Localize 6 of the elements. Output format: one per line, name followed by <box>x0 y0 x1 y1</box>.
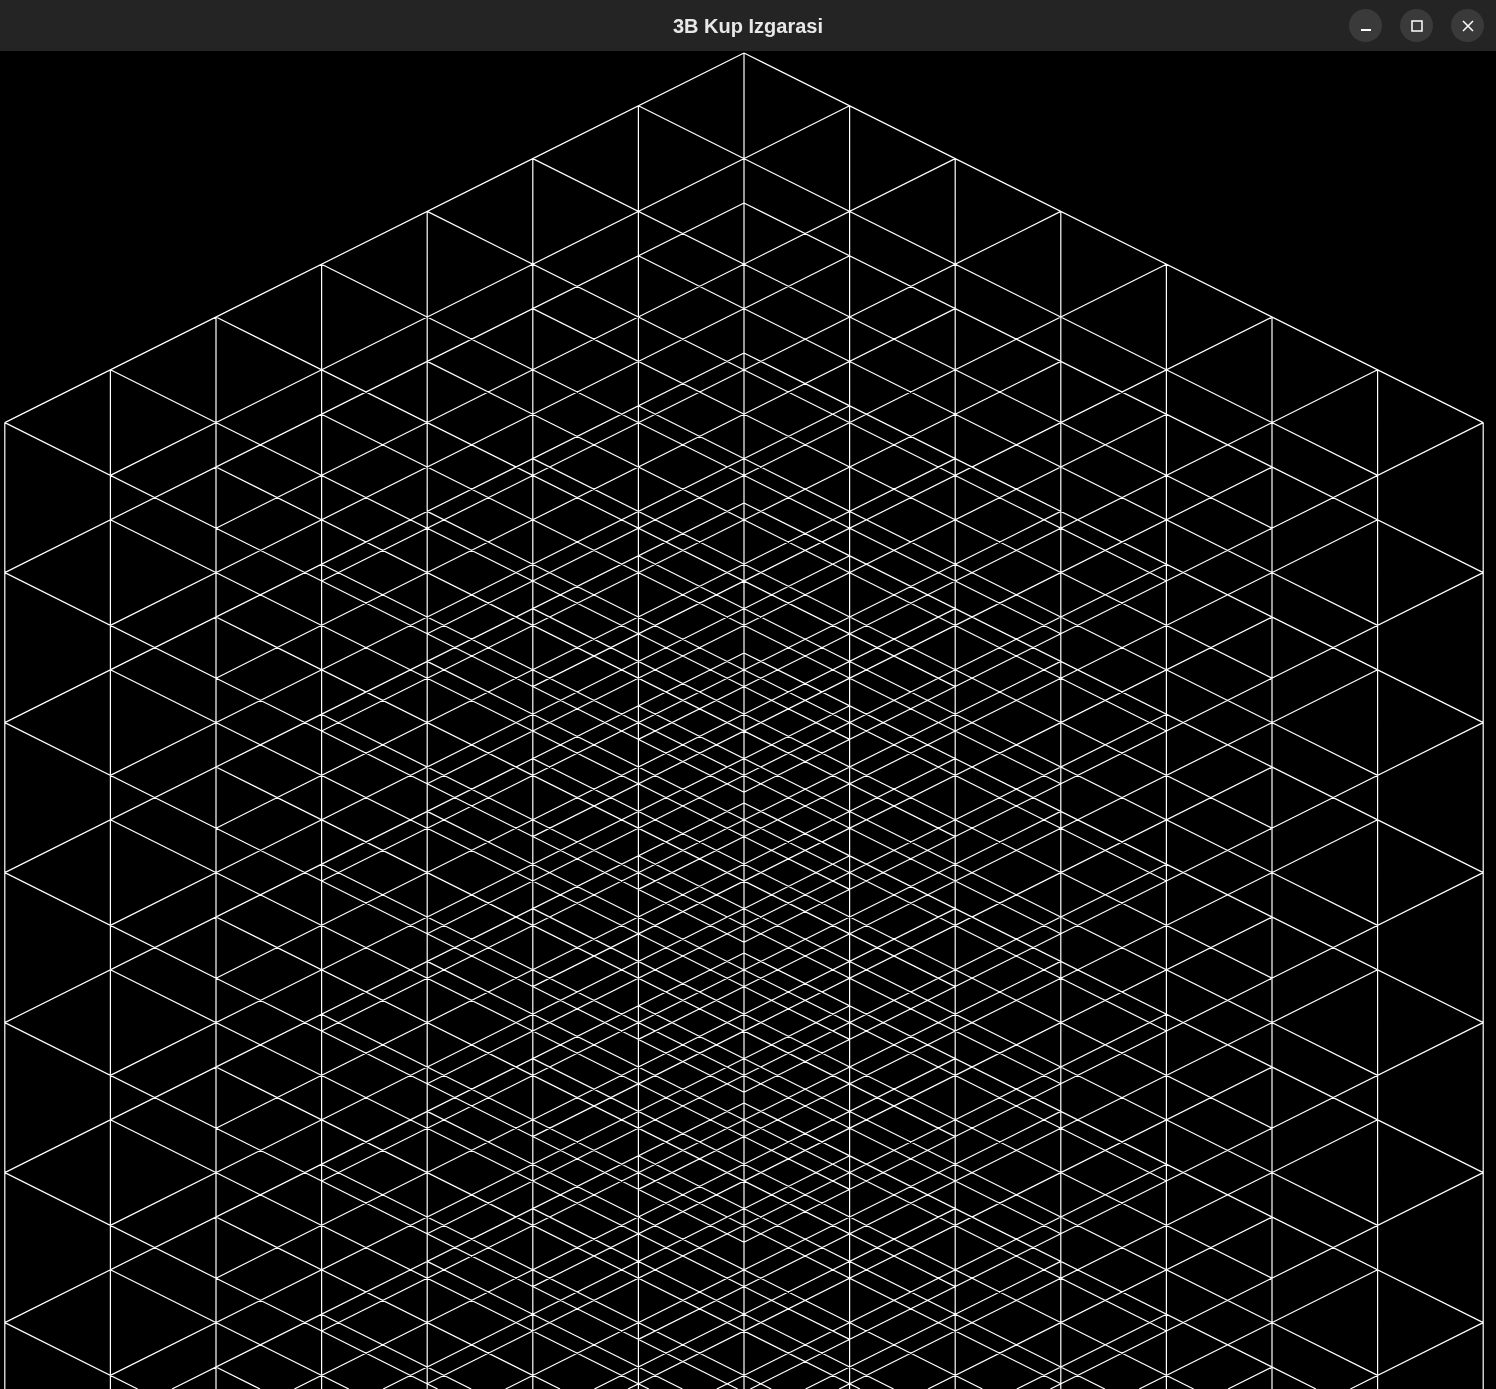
maximize-button[interactable] <box>1400 9 1433 42</box>
close-button[interactable] <box>1451 9 1484 42</box>
minimize-icon <box>1360 28 1371 31</box>
maximize-icon <box>1410 19 1423 32</box>
close-icon <box>1461 19 1474 32</box>
window-title: 3B Kup Izgarasi <box>672 13 823 39</box>
